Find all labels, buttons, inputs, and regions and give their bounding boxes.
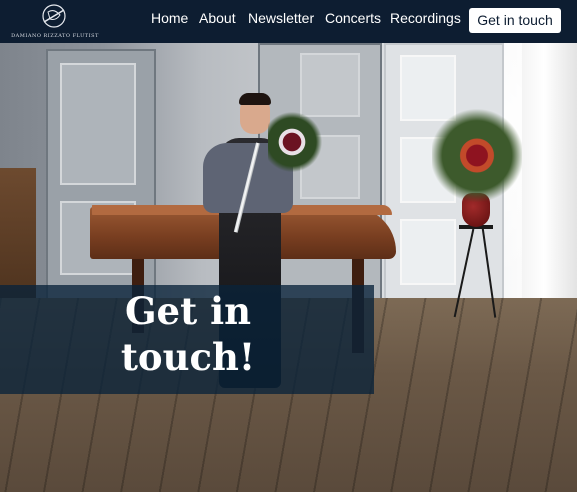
hero-flutist-hair: [239, 93, 271, 105]
nav-about[interactable]: About: [199, 10, 236, 26]
logo-text: DAMIANO RIZZATO FLUTIST: [11, 33, 99, 39]
door-panel: [60, 63, 136, 185]
page: DAMIANO RIZZATO FLUTIST Home About Newsl…: [0, 0, 577, 492]
page-title: Get in touch!: [120, 289, 256, 379]
hero-image: [0, 43, 577, 492]
nav-home[interactable]: Home: [151, 10, 188, 26]
nav-newsletter[interactable]: Newsletter: [248, 10, 314, 26]
hero-bouquet-right: [432, 95, 522, 205]
site-logo[interactable]: DAMIANO RIZZATO FLUTIST: [6, 3, 104, 41]
hero-bouquet-middle: [268, 107, 328, 177]
hero-column: [522, 43, 577, 333]
nav-concerts[interactable]: Concerts: [325, 10, 381, 26]
navbar: DAMIANO RIZZATO FLUTIST Home About Newsl…: [0, 0, 577, 43]
flute-emblem-icon: [42, 4, 66, 28]
door-panel: [400, 219, 456, 285]
nav-recordings[interactable]: Recordings: [390, 10, 461, 26]
get-in-touch-button[interactable]: Get in touch: [469, 8, 561, 33]
